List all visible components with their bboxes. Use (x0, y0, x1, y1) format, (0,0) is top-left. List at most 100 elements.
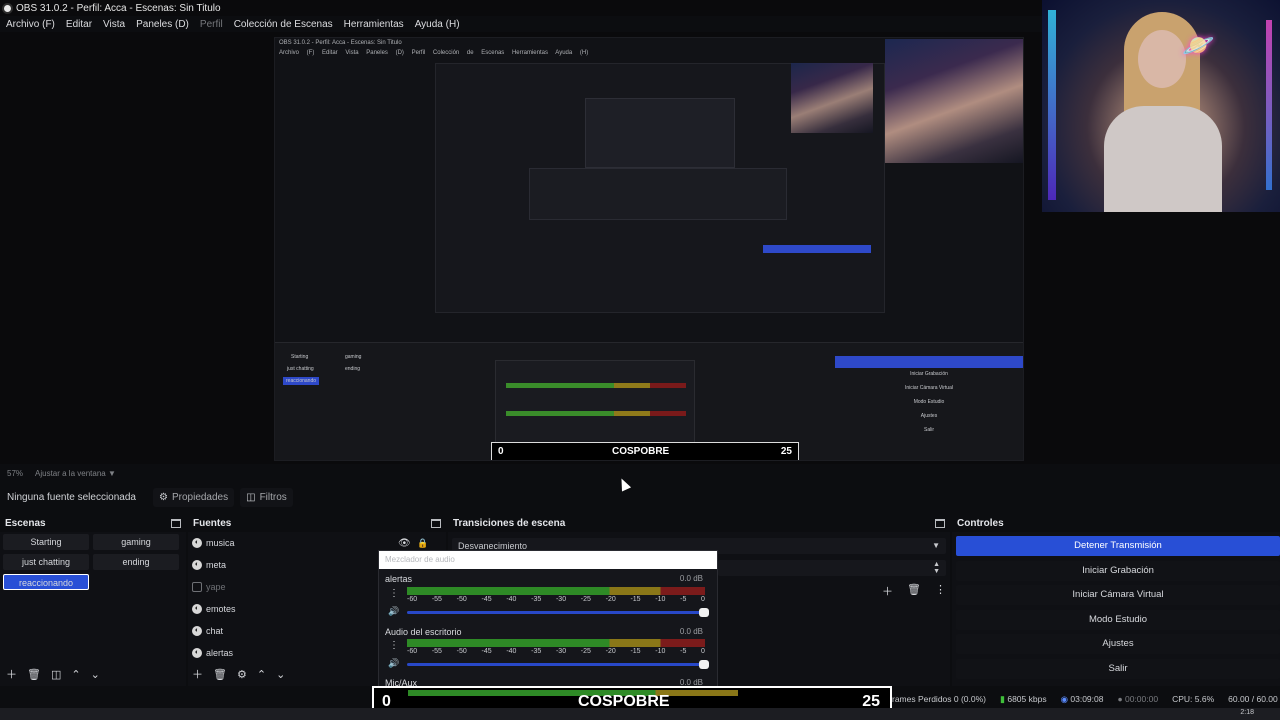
more-options-icon[interactable]: ⋮ (389, 589, 399, 599)
gear-icon[interactable]: ⚙ (237, 668, 247, 681)
record-icon: ● (1117, 694, 1123, 704)
scene-gaming[interactable]: gaming (93, 534, 179, 550)
filters-button[interactable]: ◫ Filtros (240, 487, 293, 507)
nested-scene-gaming: gaming (345, 354, 362, 360)
nested-inner-docks (529, 168, 787, 220)
scene-just-chatting[interactable]: just chatting (3, 554, 89, 570)
sources-title: Fuentes (193, 517, 232, 529)
popout-icon[interactable] (935, 518, 945, 528)
neon-planet-icon: 🪐 (1182, 30, 1215, 60)
transitions-toolbar: ＋ 🗑 ⋮ (882, 583, 946, 599)
slider-knob[interactable] (699, 608, 709, 617)
properties-button[interactable]: ⚙ Propiedades (153, 487, 235, 507)
channel-alertas-db: 0.0 dB (679, 574, 703, 583)
menu-editar[interactable]: Editar (66, 19, 92, 30)
arrow-down-icon[interactable]: ⌄ (91, 668, 100, 681)
os-taskbar: 2:18 (0, 708, 1280, 720)
speaker-icon[interactable]: 🔊 (388, 606, 399, 617)
menu-herramientas[interactable]: Herramientas (344, 19, 404, 30)
source-chat[interactable]: ◐ chat (192, 626, 223, 636)
nested-meter-1 (506, 383, 686, 388)
properties-label: Propiedades (171, 491, 229, 503)
fit-window-dropdown[interactable]: Ajustar a la ventana ▼ (35, 469, 116, 478)
trash-icon[interactable]: 🗑 (27, 668, 41, 681)
scene-starting[interactable]: Starting (3, 534, 89, 550)
nested-obs-preview: OBS 31.0.2 - Perfil: Acca - Escenas: Sin… (274, 37, 1024, 461)
plus-icon[interactable]: ＋ (6, 666, 17, 682)
fps: 60.00 / 60.00 (1228, 694, 1278, 704)
channel-desktop-volume-slider[interactable] (407, 660, 709, 669)
chevron-down-icon: ▼ (932, 541, 940, 550)
stream-time: ◉ 03:09:08 (1061, 694, 1104, 705)
source-yape[interactable]: yape (192, 582, 226, 592)
bitrate-value: 6805 kbps (1007, 693, 1047, 704)
arrow-up-icon[interactable]: ⌃ (71, 668, 80, 681)
spin-arrows-icon: ▲ ▼ (933, 561, 940, 575)
arrow-up-icon[interactable]: ⌃ (257, 668, 266, 681)
source-label: meta (206, 560, 227, 570)
source-musica[interactable]: ◐ musica (192, 538, 235, 548)
controls-title: Controles (957, 517, 1004, 529)
stop-streaming-button[interactable]: Detener Transmisión (956, 536, 1280, 556)
zoom-level: 57% (7, 468, 24, 478)
studio-mode-button[interactable]: Modo Estudio (956, 610, 1280, 630)
speaker-icon[interactable]: 🔊 (388, 658, 399, 669)
nested-ctrl-1: Iniciar Grabación (910, 371, 948, 377)
nested-stop-button (835, 356, 1023, 368)
zoom-row: 57% Ajustar a la ventana ▼ (0, 464, 1280, 482)
menu-paneles[interactable]: Paneles (D) (136, 19, 189, 30)
trash-icon[interactable]: 🗑 (907, 583, 921, 599)
filter-icon: ◫ (246, 491, 256, 503)
source-alertas[interactable]: ◐ alertas (192, 648, 233, 658)
nested-overlay-right: 25 (780, 446, 792, 457)
source-label: emotes (206, 604, 236, 614)
plus-icon[interactable]: ＋ (882, 583, 893, 599)
chevron-down-icon: ▼ (107, 468, 116, 478)
menu-vista[interactable]: Vista (103, 19, 125, 30)
window-title: OBS 31.0.2 - Perfil: Acca - Escenas: Sin… (16, 2, 221, 14)
gear-icon: ⚙ (159, 491, 168, 503)
browser-source-icon: ◐ (192, 626, 202, 636)
nested-menu-bar: Archivo (F) Editar Vista Paneles (D) Per… (279, 50, 589, 56)
nested-ctrl-4: Ajustes (920, 413, 938, 419)
webcam-person-face (1138, 30, 1186, 88)
popout-icon[interactable] (171, 518, 181, 528)
more-options-icon[interactable]: ⋮ (935, 583, 946, 599)
broadcast-icon: ◉ (1060, 693, 1068, 704)
popout-icon[interactable] (431, 518, 441, 528)
no-source-selected: Ninguna fuente seleccionada (7, 491, 136, 503)
eye-icon[interactable]: 👁 (398, 538, 411, 549)
nested-scene-ending: ending (345, 366, 361, 372)
duration-stepper[interactable]: ▲ ▼ (718, 560, 946, 576)
exit-button[interactable]: Salir (956, 659, 1280, 679)
source-meta[interactable]: ◐ meta (192, 560, 226, 570)
more-options-icon[interactable]: ⋮ (389, 641, 399, 651)
lock-icon[interactable]: 🔒 (417, 538, 428, 549)
nested-window-title: OBS 31.0.2 - Perfil: Acca - Escenas: Sin… (279, 40, 402, 46)
arrow-down-icon[interactable]: ⌄ (276, 668, 285, 681)
plus-icon[interactable]: ＋ (192, 666, 203, 682)
nested-webcam (885, 39, 1023, 163)
nested-webcam-small (791, 63, 873, 133)
menu-perfil[interactable]: Perfil (200, 19, 223, 30)
scene-ending[interactable]: ending (93, 554, 179, 570)
start-recording-button[interactable]: Iniciar Grabación (956, 561, 1280, 581)
menu-ayuda[interactable]: Ayuda (H) (415, 19, 460, 30)
channel-alertas-volume-slider[interactable] (407, 608, 709, 617)
nested-inner-stop-button (763, 245, 871, 253)
filter-icon[interactable]: ◫ (51, 668, 61, 681)
scene-reaccionando[interactable]: reaccionando (3, 574, 89, 590)
webcam-person-body (1104, 106, 1222, 212)
settings-button[interactable]: Ajustes (956, 634, 1280, 654)
image-source-icon (192, 582, 202, 592)
start-virtual-camera-button[interactable]: Iniciar Cámara Virtual (956, 585, 1280, 605)
trash-icon[interactable]: 🗑 (213, 668, 227, 681)
menu-coleccion-escenas[interactable]: Colección de Escenas (234, 19, 333, 30)
menu-archivo[interactable]: Archivo (F) (6, 19, 55, 30)
audio-mixer-panel: Mezclador de audio alertas 0.0 dB ⋮ -60-… (378, 550, 718, 690)
sources-toolbar: ＋ 🗑 ⚙ ⌃ ⌄ (192, 666, 285, 682)
slider-knob[interactable] (699, 660, 709, 669)
source-emotes[interactable]: ◐ emotes (192, 604, 236, 614)
nested-ctrl-3: Modo Estudio (913, 399, 945, 405)
channel-alertas-name: alertas (385, 574, 413, 584)
